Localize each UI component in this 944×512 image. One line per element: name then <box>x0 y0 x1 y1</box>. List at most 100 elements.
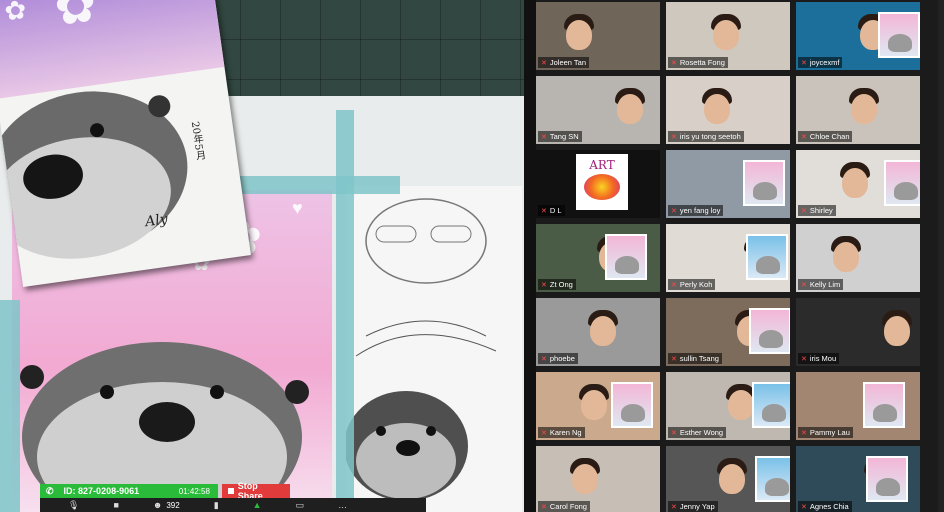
participant-tile[interactable]: ✕ yen fang loy <box>666 150 790 218</box>
chat-icon[interactable]: ▭ <box>296 500 305 511</box>
participant-name-label: ✕ phoebe <box>538 353 578 364</box>
participant-tile[interactable]: ✕ phoebe <box>536 298 660 366</box>
participant-tile[interactable]: ✕ Chloe Chan <box>796 76 920 144</box>
participant-name-label: ✕ Jenny Yap <box>668 501 718 512</box>
participant-name: Karen Ng <box>549 428 582 437</box>
participant-name: Jenny Yap <box>679 502 715 511</box>
participant-count: 392 <box>166 500 180 510</box>
flower-icon: ✿ <box>2 0 29 27</box>
participant-tile[interactable]: ART ✕ D L <box>536 150 660 218</box>
muted-mic-icon: ✕ <box>801 281 807 289</box>
participant-name: D L <box>549 206 562 215</box>
sketch-sheet <box>344 186 522 512</box>
participant-tile[interactable]: ✕ Perly Koh <box>666 224 790 292</box>
participant-face <box>842 168 868 198</box>
participant-tile[interactable]: ✕ iris yu tong seetoh <box>666 76 790 144</box>
flower-icon: ✿ <box>50 0 101 37</box>
participant-name-label: ✕ Agnes Chia <box>798 501 852 512</box>
held-otter-card <box>746 234 788 280</box>
muted-mic-icon: ✕ <box>801 503 807 511</box>
participant-face <box>617 94 643 124</box>
participant-name-label: ✕ sullin Tsang <box>668 353 722 364</box>
participant-name-label: ✕ D L <box>538 205 565 216</box>
held-otter-card <box>752 382 790 428</box>
participant-name-label: ✕ iris Mou <box>798 353 840 364</box>
participant-name-label: ✕ Rosetta Fong <box>668 57 728 68</box>
participant-tile[interactable]: ✕ Zt Ong <box>536 224 660 292</box>
masking-tape <box>336 110 354 512</box>
participant-tile[interactable]: ✕ Pammy Lau <box>796 372 920 440</box>
participant-name-label: ✕ yen fang loy <box>668 205 724 216</box>
split-divider[interactable] <box>524 0 536 512</box>
participant-name: iris yu tong seetoh <box>679 132 741 141</box>
participant-tile[interactable]: ✕ Shirley <box>796 150 920 218</box>
muted-mic-icon: ✕ <box>541 133 547 141</box>
participant-tile[interactable]: ✕ joycexmf <box>796 2 920 70</box>
more-icon[interactable]: … <box>338 500 347 510</box>
participant-name: Carol Fong <box>549 502 587 511</box>
participant-tile[interactable]: ✕ Joleen Tan <box>536 2 660 70</box>
participant-name-label: ✕ Kelly Lim <box>798 279 844 290</box>
logo-burst <box>584 174 620 200</box>
held-otter-card <box>611 382 653 428</box>
participant-tile[interactable]: ✕ Carol Fong <box>536 446 660 512</box>
gallery-scrollbar[interactable] <box>938 0 944 512</box>
participant-tile[interactable]: ✕ Esther Wong <box>666 372 790 440</box>
muted-mic-icon: ✕ <box>541 355 547 363</box>
held-otter-card <box>878 12 920 58</box>
otter-drawing <box>0 91 188 259</box>
heart-icon: ♥ <box>292 198 303 218</box>
held-otter-card <box>749 308 790 354</box>
participant-name: sullin Tsang <box>679 354 719 363</box>
muted-mic-icon: ✕ <box>541 503 547 511</box>
art-logo: ART <box>576 154 628 210</box>
card-signature: Aly <box>144 211 169 231</box>
participant-tile[interactable]: ✕ Jenny Yap <box>666 446 790 512</box>
participant-name-label: ✕ Esther Wong <box>668 427 727 438</box>
share-icon[interactable]: ▲ <box>253 500 262 510</box>
video-camera-icon[interactable]: ■ <box>113 500 118 510</box>
participant-tile[interactable]: ✕ Rosetta Fong <box>666 2 790 70</box>
shared-screen: ✿ ✿ ♥ ✿ ✿ <box>0 0 524 512</box>
participant-tile[interactable]: ✕ sullin Tsang <box>666 298 790 366</box>
participant-face <box>704 94 730 124</box>
muted-mic-icon: ✕ <box>801 133 807 141</box>
participant-face <box>590 316 616 346</box>
participant-name: Shirley <box>809 206 833 215</box>
participant-name-label: ✕ Zt Ong <box>538 279 576 290</box>
participant-tile[interactable]: ✕ Kelly Lim <box>796 224 920 292</box>
participant-name: yen fang loy <box>679 206 721 215</box>
meeting-timer: 01:42:58 <box>178 486 210 496</box>
participant-name-label: ✕ joycexmf <box>798 57 843 68</box>
polls-icon[interactable]: ▮ <box>214 500 219 511</box>
stop-share-button[interactable]: Stop Share <box>221 481 290 501</box>
participant-name: Joleen Tan <box>549 58 587 67</box>
participant-tile[interactable]: ✕ Agnes Chia <box>796 446 920 512</box>
participant-name: phoebe <box>549 354 575 363</box>
muted-mic-icon: ✕ <box>671 355 677 363</box>
meeting-id-badge[interactable]: ✆ ID: 827-0208-9061 01:42:58 <box>40 484 218 498</box>
muted-mic-icon: ✕ <box>671 207 677 215</box>
muted-mic-icon: ✕ <box>541 59 547 67</box>
participant-face <box>851 94 877 124</box>
microphone-icon[interactable]: 🎙 <box>68 500 79 511</box>
participant-tile[interactable]: ✕ iris Mou <box>796 298 920 366</box>
participant-tile[interactable]: ✕ Karen Ng <box>536 372 660 440</box>
participants-button[interactable]: ☻ 392 <box>153 500 180 510</box>
participant-name: Esther Wong <box>679 428 724 437</box>
participant-name-label: ✕ Carol Fong <box>538 501 590 512</box>
masking-tape <box>0 300 20 512</box>
participant-name: Zt Ong <box>549 280 573 289</box>
held-otter-card <box>755 456 790 502</box>
participant-face <box>713 20 739 50</box>
participant-tile[interactable]: ✕ Tang SN <box>536 76 660 144</box>
participant-name-label: ✕ Joleen Tan <box>538 57 590 68</box>
participant-name: Agnes Chia <box>809 502 849 511</box>
muted-mic-icon: ✕ <box>801 59 807 67</box>
muted-mic-icon: ✕ <box>671 281 677 289</box>
participant-face <box>833 242 859 272</box>
participant-face <box>884 316 910 346</box>
participant-face <box>581 390 607 420</box>
muted-mic-icon: ✕ <box>801 429 807 437</box>
muted-mic-icon: ✕ <box>671 429 677 437</box>
